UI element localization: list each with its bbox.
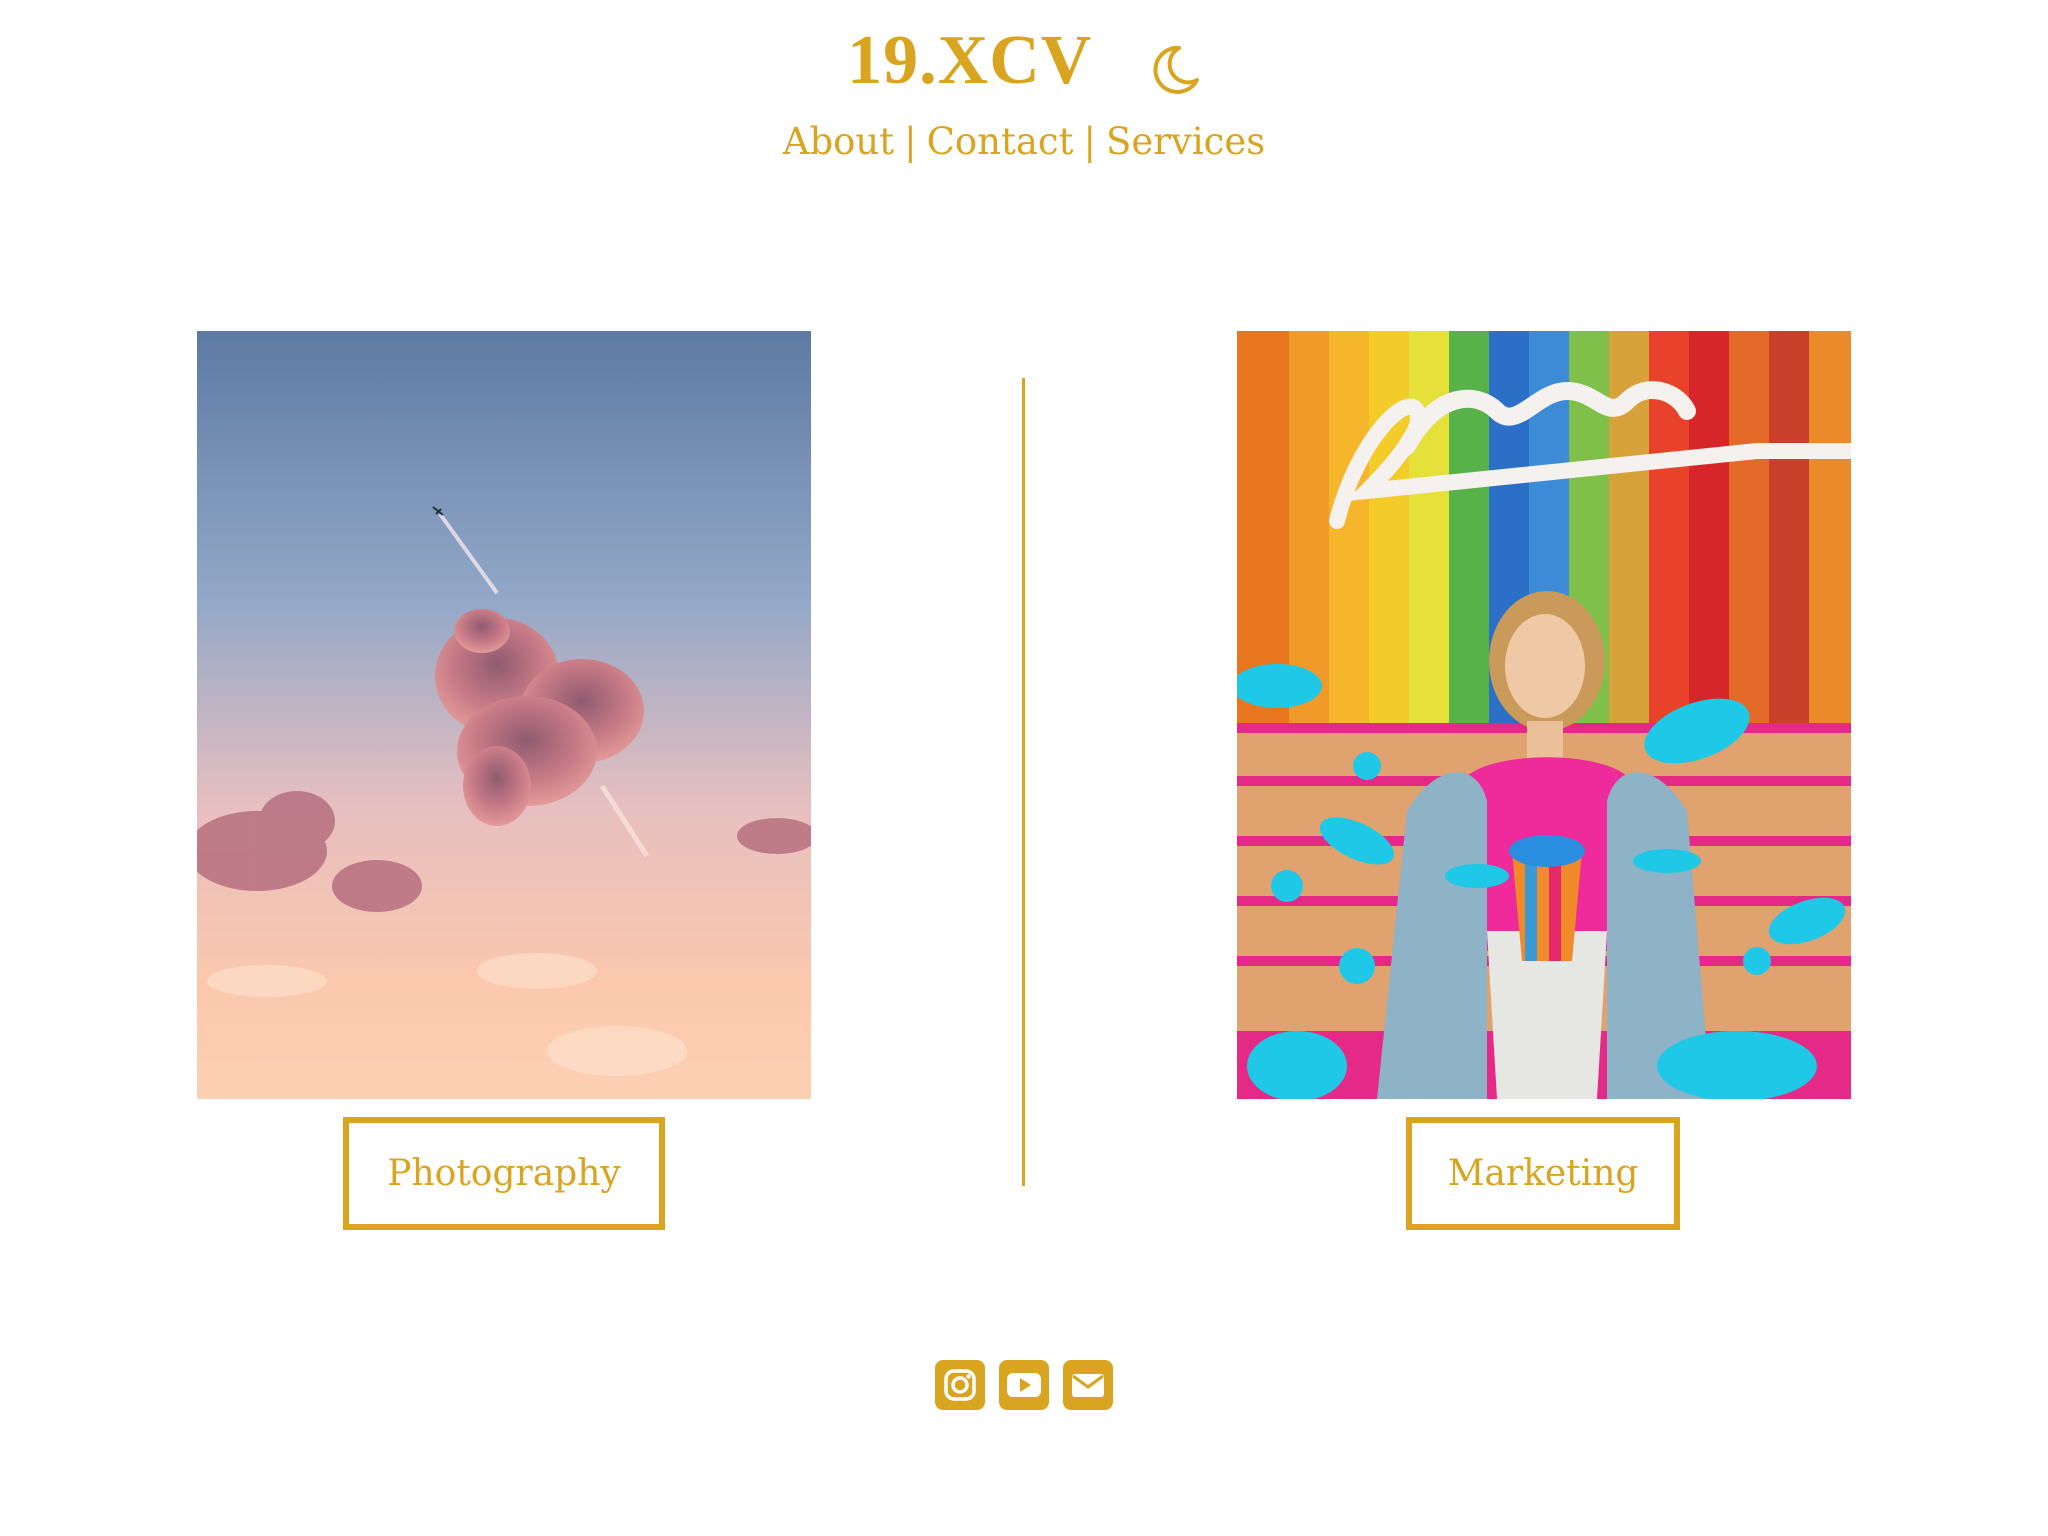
photography-image[interactable]	[197, 331, 811, 1099]
envelope-icon[interactable]	[1063, 1360, 1113, 1410]
moon-icon[interactable]	[1149, 33, 1201, 94]
logo-text[interactable]: 19.XCV	[847, 20, 1092, 102]
nav-separator: |	[1083, 120, 1096, 163]
nav-separator: |	[904, 120, 917, 163]
photography-button[interactable]: Photography	[343, 1117, 665, 1230]
main-nav: About | Contact | Services	[0, 118, 2048, 166]
marketing-button[interactable]: Marketing	[1406, 1117, 1680, 1230]
nav-services[interactable]: Services	[1106, 120, 1265, 163]
site-logo[interactable]: 19.XCV	[0, 14, 2048, 102]
youtube-icon[interactable]	[999, 1360, 1049, 1410]
nav-contact[interactable]: Contact	[927, 120, 1074, 163]
social-links	[935, 1360, 1115, 1412]
center-divider	[1022, 378, 1025, 1186]
marketing-image[interactable]	[1237, 331, 1851, 1099]
instagram-icon[interactable]	[935, 1360, 985, 1410]
nav-about[interactable]: About	[783, 120, 894, 163]
